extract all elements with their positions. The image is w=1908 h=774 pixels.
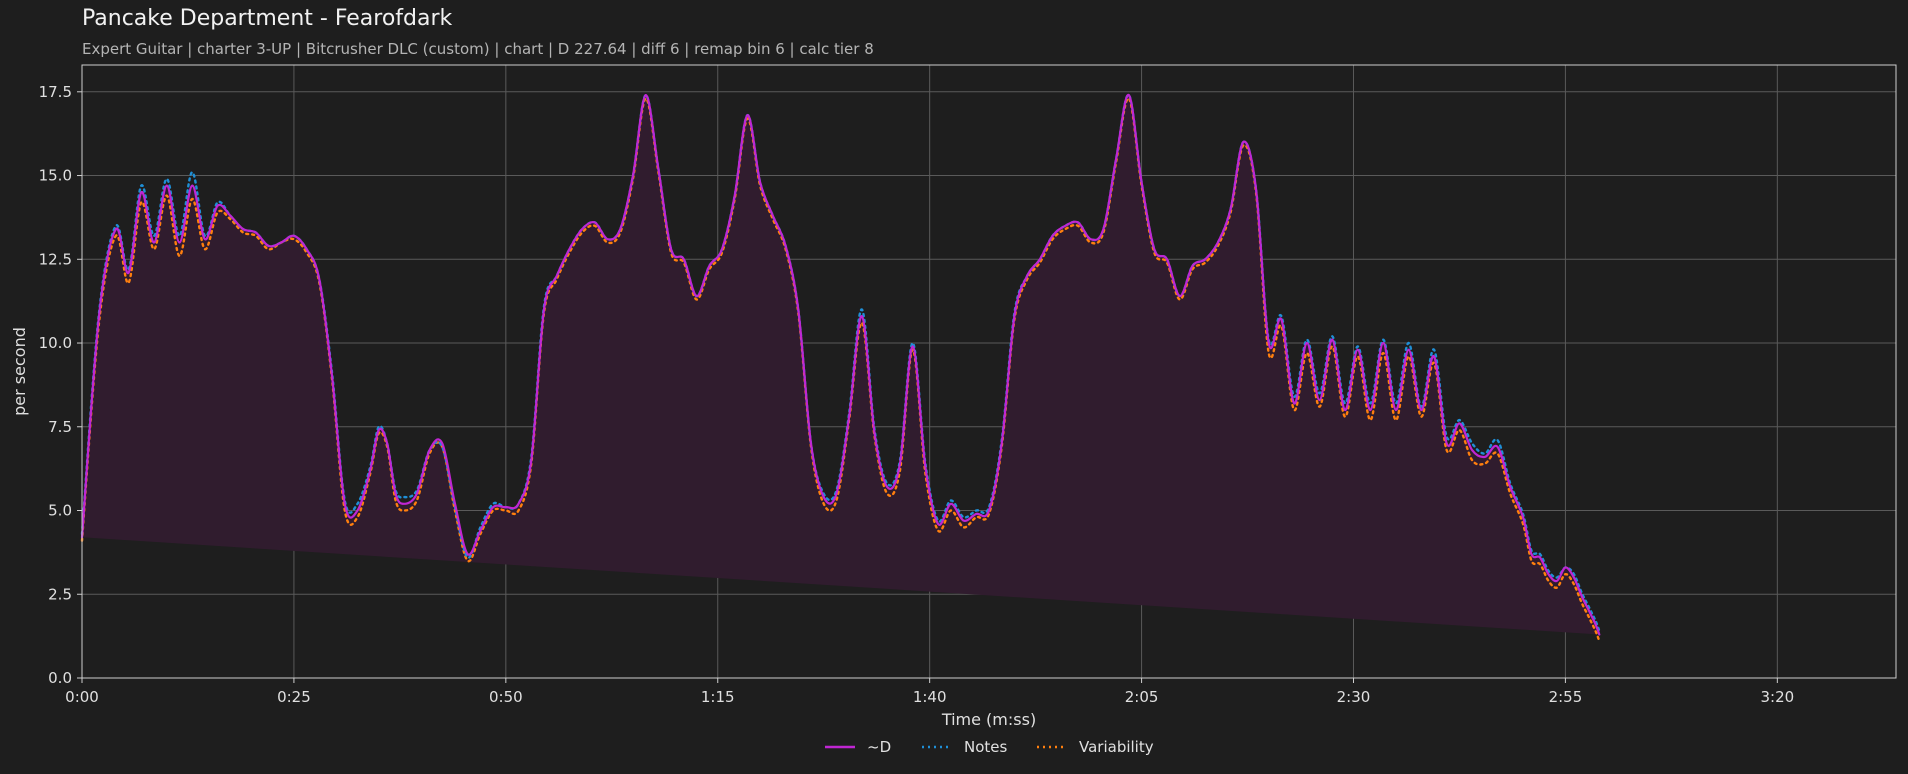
x-axis-ticks: 0:00 0:25 0:50 1:15 1:40 2:05 2:30 2:55 3:20 (65, 678, 1794, 706)
x-tick-label: 2:05 (1125, 688, 1159, 706)
y-axis-ticks: 0.0 2.5 5.0 7.5 10.0 12.5 15.0 17.5 (39, 83, 82, 687)
y-tick-label: 0.0 (48, 669, 72, 687)
x-tick-label: 3:20 (1760, 688, 1794, 706)
legend-label: Notes (964, 738, 1008, 756)
y-tick-label: 2.5 (48, 585, 72, 603)
legend-label: ~D (867, 738, 891, 756)
x-tick-label: 2:30 (1337, 688, 1371, 706)
y-axis-label: per second (10, 327, 29, 416)
y-tick-label: 10.0 (39, 334, 72, 352)
x-tick-label: 1:15 (701, 688, 735, 706)
x-axis-label: Time (m:ss) (941, 710, 1036, 729)
y-tick-label: 17.5 (39, 83, 72, 101)
difficulty-line-chart: 0:00 0:25 0:50 1:15 1:40 2:05 2:30 2:55 3:20 0.0… (10, 64, 1897, 756)
y-tick-label: 7.5 (48, 418, 72, 436)
x-tick-label: 2:55 (1549, 688, 1583, 706)
legend-label: Variability (1079, 738, 1154, 756)
x-tick-label: 0:25 (277, 688, 311, 706)
y-tick-label: 5.0 (48, 502, 72, 520)
x-tick-label: 1:40 (913, 688, 947, 706)
x-tick-label: 0:50 (489, 688, 523, 706)
legend: ~D Notes Variability (825, 738, 1154, 756)
y-tick-label: 15.0 (39, 167, 72, 185)
x-tick-label: 0:00 (65, 688, 99, 706)
y-tick-label: 12.5 (39, 250, 72, 268)
